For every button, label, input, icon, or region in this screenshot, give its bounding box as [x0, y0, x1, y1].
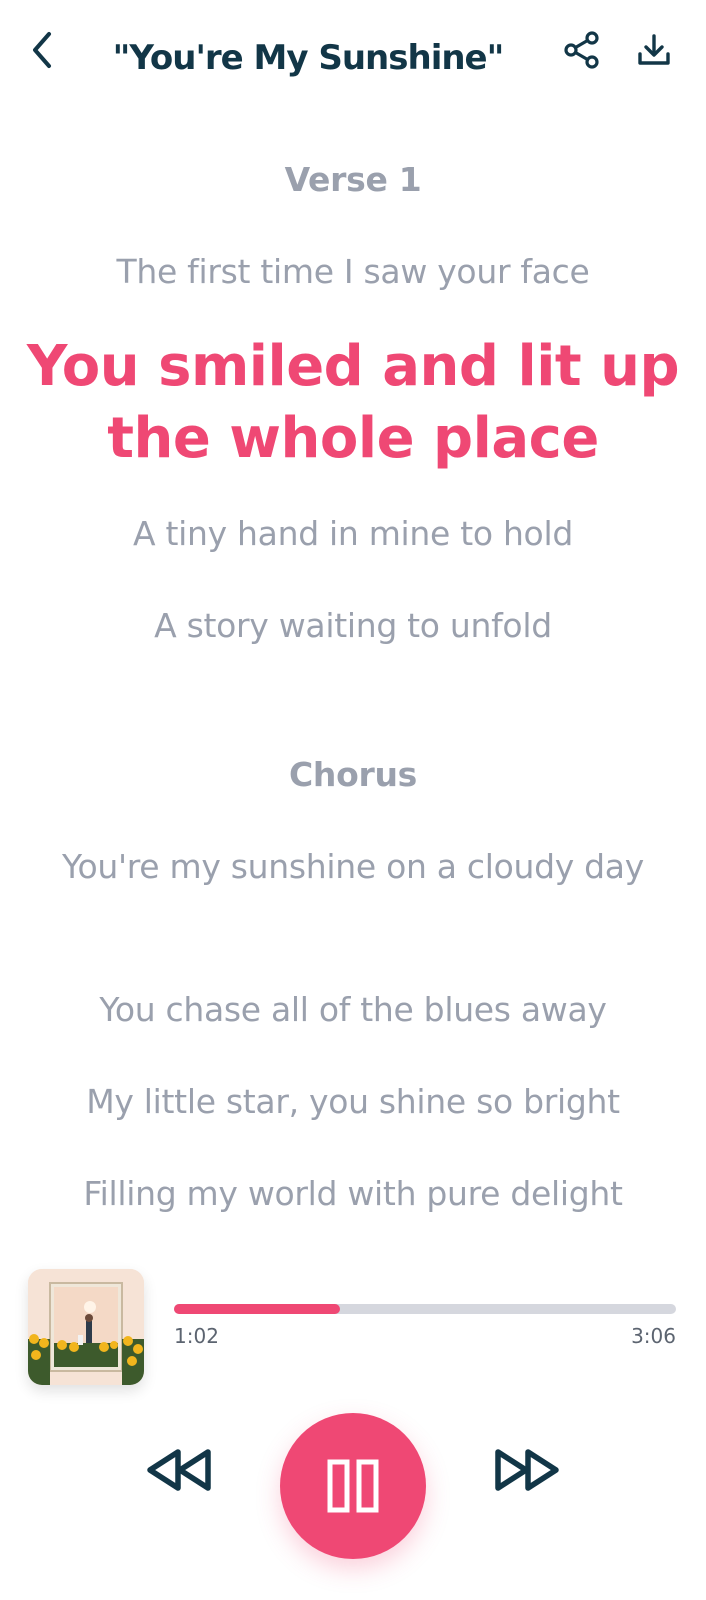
lyric-line[interactable]: A tiny hand in mine to hold	[40, 509, 666, 559]
lyric-line[interactable]: My little star, you shine so bright	[40, 1077, 666, 1127]
progress-fill	[174, 1304, 340, 1314]
album-art	[28, 1269, 144, 1385]
share-button[interactable]	[560, 28, 604, 72]
lyrics-panel[interactable]: Verse 1 The first time I saw your face Y…	[0, 140, 706, 1250]
download-button[interactable]	[632, 28, 676, 72]
pause-icon	[327, 1459, 379, 1513]
lyric-line[interactable]: You chase all of the blues away	[40, 985, 666, 1035]
rewind-icon	[147, 1449, 211, 1491]
fast-forward-icon	[495, 1449, 559, 1491]
lyric-line[interactable]: A story waiting to unfold	[40, 601, 666, 651]
fast-forward-button[interactable]	[486, 1440, 566, 1500]
lyric-line[interactable]: Filling my world with pure delight	[40, 1169, 666, 1219]
lyric-line-active[interactable]: You smiled and lit up the whole place	[10, 331, 696, 475]
progress-slider[interactable]	[174, 1304, 676, 1314]
lyric-section-chorus: Chorus	[289, 755, 417, 794]
share-icon	[564, 31, 599, 69]
song-title: "You're My Sunshine"	[112, 38, 505, 78]
total-time: 3:06	[631, 1324, 676, 1348]
download-icon	[638, 34, 670, 65]
pause-button[interactable]	[280, 1413, 426, 1559]
chevron-left-icon	[33, 32, 51, 68]
player-bar: 1:02 3:06	[0, 1250, 706, 1600]
album-art-image	[28, 1269, 144, 1385]
lyric-line[interactable]: The first time I saw your face	[40, 247, 666, 297]
rewind-button[interactable]	[140, 1440, 220, 1500]
back-button[interactable]	[22, 28, 62, 72]
app-header: "You're My Sunshine"	[0, 0, 706, 110]
lyric-section-verse: Verse 1	[284, 160, 422, 199]
elapsed-time: 1:02	[174, 1324, 219, 1348]
lyric-line[interactable]: You're my sunshine on a cloudy day	[60, 842, 646, 892]
